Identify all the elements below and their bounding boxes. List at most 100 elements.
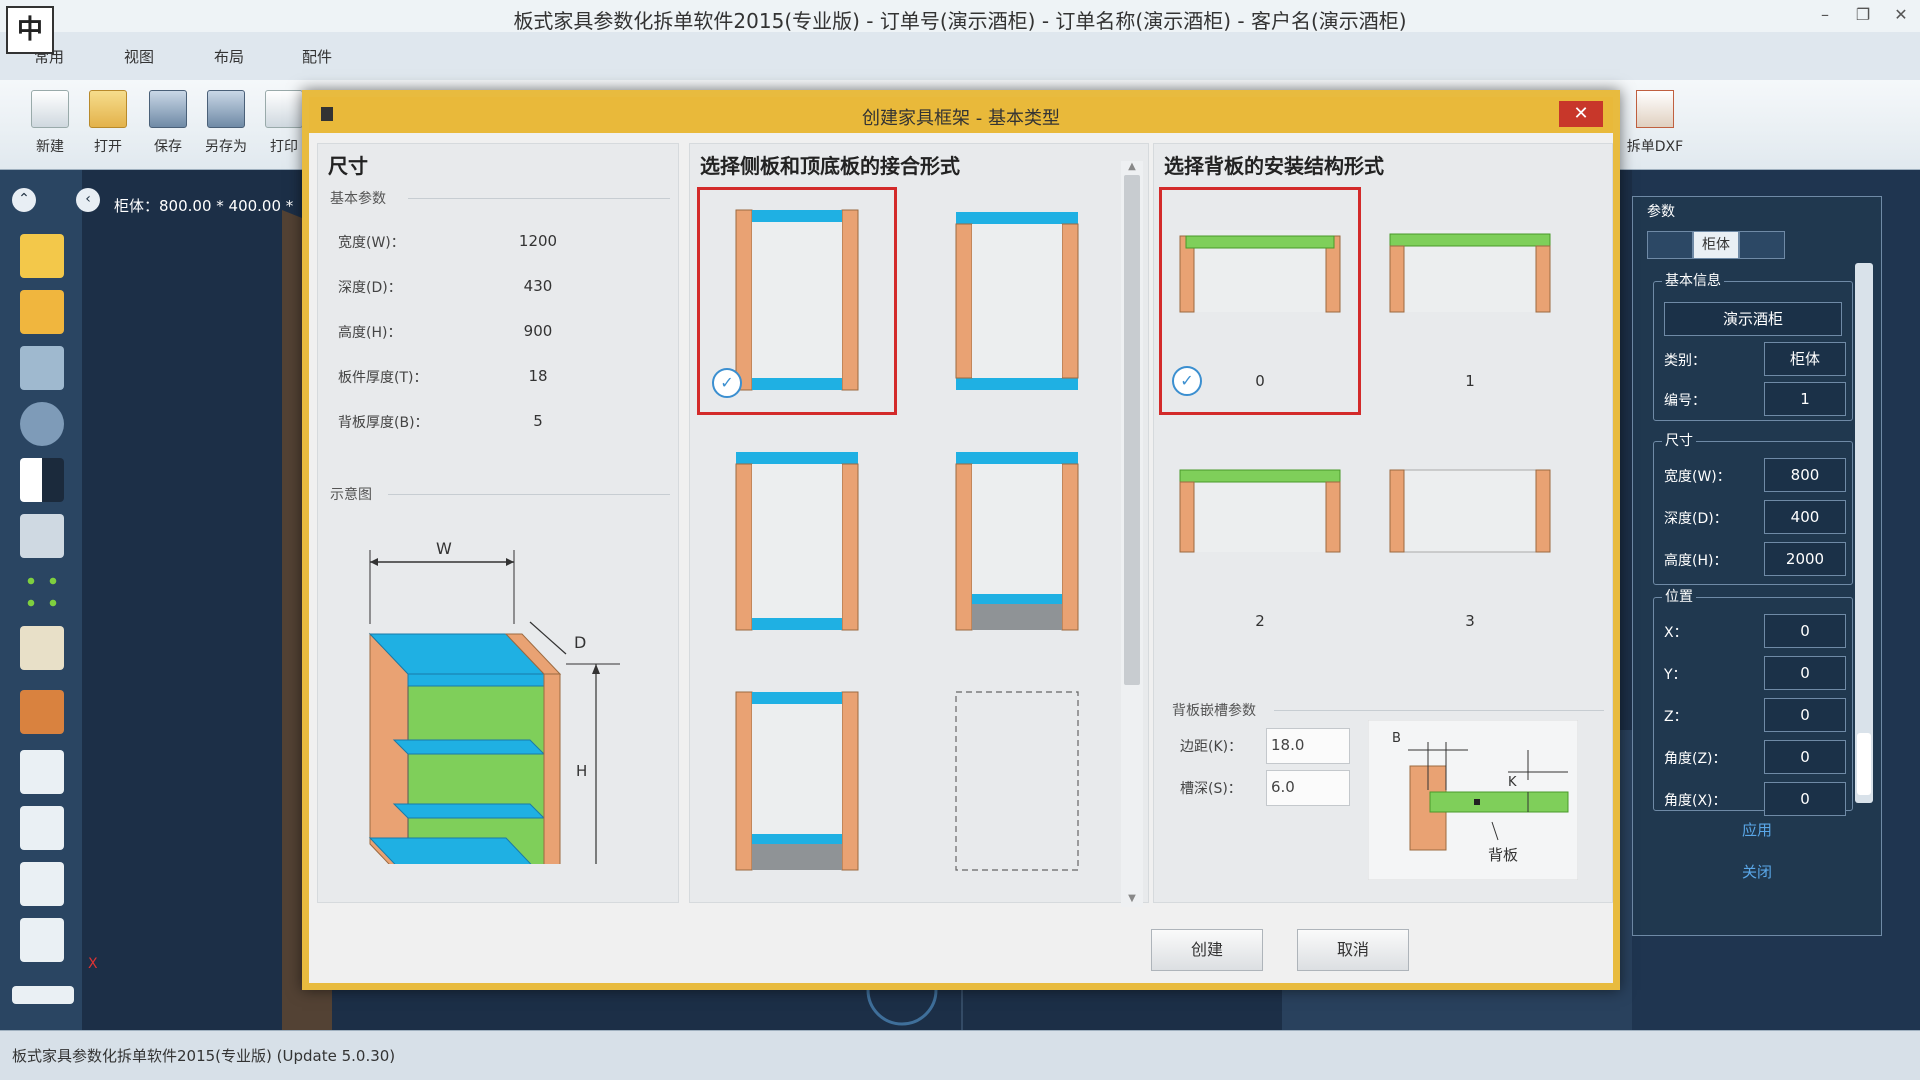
width-label: 宽度(W)： — [1664, 469, 1731, 485]
back-option-2-label: 2 — [1255, 612, 1265, 630]
dxf-icon — [1636, 90, 1674, 128]
collapse-icon[interactable]: ⌃ — [12, 188, 36, 212]
joint-4-diagram — [735, 691, 859, 871]
category-field[interactable]: 柜体 — [1764, 342, 1846, 376]
cabinet-icon[interactable] — [20, 514, 64, 558]
joint-2-diagram — [735, 452, 859, 631]
close-window-button[interactable]: ✕ — [1882, 0, 1920, 32]
width-param-value[interactable]: 1200 — [508, 232, 568, 250]
joint-option-4[interactable] — [700, 670, 894, 892]
axis-label: X — [88, 956, 98, 972]
cancel-button[interactable]: 取消 — [1297, 929, 1409, 971]
height-param-value[interactable]: 900 — [508, 322, 568, 340]
tab-layout[interactable]: 布局 — [214, 46, 244, 67]
restore-button[interactable]: ❐ — [1844, 0, 1882, 32]
width-row: 宽度(W)： 800 — [1664, 458, 1846, 492]
back-option-3[interactable]: 3 — [1372, 430, 1568, 652]
diagram-k-label: K — [1508, 775, 1517, 790]
angle-z-field[interactable]: 0 — [1764, 740, 1846, 774]
scroll-down-icon[interactable]: ▼ — [1121, 893, 1143, 904]
puzzle-icon[interactable] — [20, 234, 64, 278]
depth-param-row: 深度(D)： 430 — [338, 273, 588, 299]
angle-x-label: 角度(X)： — [1664, 793, 1727, 809]
joint-option-3[interactable] — [920, 430, 1114, 652]
panel-scrollbar[interactable] — [1855, 263, 1873, 803]
panel-tab-cabinet[interactable]: 柜体 — [1693, 231, 1739, 259]
save-button[interactable]: 保存 — [140, 90, 196, 156]
height-field[interactable]: 2000 — [1764, 542, 1846, 576]
back-thickness-param-value[interactable]: 5 — [508, 412, 568, 430]
panel-scroll-thumb[interactable] — [1857, 733, 1871, 795]
apply-link[interactable]: 应用 — [1633, 819, 1881, 840]
groove-params-label: 背板嵌槽参数 — [1172, 703, 1256, 719]
cabinet-name-field[interactable]: 演示酒柜 — [1664, 302, 1842, 336]
z-field[interactable]: 0 — [1764, 698, 1846, 732]
close-link[interactable]: 关闭 — [1633, 861, 1881, 882]
dialog-title-bar[interactable]: 创建家具框架 - 基本类型 ✕ — [309, 97, 1613, 133]
puzzle-remove-icon[interactable] — [20, 290, 64, 334]
grid-dots-icon[interactable] — [20, 570, 64, 614]
status-bar: 板式家具参数化拆单软件2015(专业版) (Update 5.0.30) — [0, 1030, 1920, 1080]
thickness-param-row: 板件厚度(T)： 18 — [338, 363, 588, 389]
checker-icon[interactable] — [20, 458, 64, 502]
depth-field[interactable]: 400 — [1764, 500, 1846, 534]
minimize-button[interactable]: – — [1806, 0, 1844, 32]
size-label: 尺寸 — [1662, 430, 1696, 450]
joint-option-1[interactable] — [920, 190, 1114, 412]
dim-d-label: D — [574, 633, 586, 652]
scroll-up-icon[interactable]: ▲ — [1121, 161, 1143, 172]
dialog-title: 创建家具框架 - 基本类型 — [862, 108, 1060, 129]
save-as-button[interactable]: 另存为 — [198, 90, 254, 156]
groove-depth-input[interactable]: 6.0 — [1266, 770, 1350, 806]
ribbon-tabs: 常用 视图 布局 配件 — [0, 32, 1920, 80]
glasses-icon[interactable] — [20, 626, 64, 670]
expand-toolbar-icon[interactable] — [12, 986, 74, 1004]
back-option-0[interactable]: ✓ 0 — [1159, 187, 1361, 415]
refresh-icon[interactable] — [20, 346, 64, 390]
panel-tab-3[interactable] — [1739, 231, 1785, 259]
back-option-2[interactable]: 2 — [1162, 430, 1358, 652]
joint-option-5[interactable] — [920, 670, 1114, 892]
save-label: 保存 — [154, 139, 182, 155]
back-option-1[interactable]: 1 — [1372, 190, 1568, 412]
report-icon[interactable] — [20, 806, 64, 850]
groove-depth-label: 槽深(S)： — [1180, 781, 1242, 797]
panel-tab-1[interactable] — [1647, 231, 1693, 259]
create-frame-dialog: 创建家具框架 - 基本类型 ✕ 尺寸 基本参数 宽度(W)： 1200 深度(D… — [302, 90, 1620, 990]
app-logo[interactable]: 中 — [6, 6, 54, 54]
create-button[interactable]: 创建 — [1151, 929, 1263, 971]
tab-parts[interactable]: 配件 — [302, 46, 332, 67]
back-thickness-param-label: 背板厚度(B)： — [338, 415, 429, 431]
number-field[interactable]: 1 — [1764, 382, 1846, 416]
open-button[interactable]: 打开 — [80, 90, 136, 156]
sphere-icon[interactable] — [20, 402, 64, 446]
drawing-icon[interactable] — [20, 862, 64, 906]
panel-icon[interactable] — [20, 750, 64, 794]
joint-3-diagram — [955, 452, 1079, 631]
joint-scroll-thumb[interactable] — [1124, 175, 1140, 685]
print-label: 打印 — [270, 139, 298, 155]
material-icon[interactable] — [20, 690, 64, 734]
width-field[interactable]: 800 — [1764, 458, 1846, 492]
margin-input[interactable]: 18.0 — [1266, 728, 1350, 764]
export-dxf-button[interactable]: 拆单DXF — [1620, 90, 1690, 156]
thickness-param-value[interactable]: 18 — [508, 367, 568, 385]
joint-option-2[interactable] — [700, 430, 894, 652]
y-label: Y： — [1664, 667, 1687, 683]
back-arrow-icon[interactable]: ‹ — [76, 188, 100, 212]
joint-scrollbar[interactable]: ▲ ▼ — [1121, 161, 1143, 907]
angle-x-field[interactable]: 0 — [1764, 782, 1846, 816]
open-label: 打开 — [94, 139, 122, 155]
depth-param-value[interactable]: 430 — [508, 277, 568, 295]
y-field[interactable]: 0 — [1764, 656, 1846, 690]
margin-label: 边距(K)： — [1180, 739, 1243, 755]
tab-view[interactable]: 视图 — [124, 46, 154, 67]
new-button[interactable]: 新建 — [22, 90, 78, 156]
diagram-b-label: B — [1392, 731, 1401, 746]
x-field[interactable]: 0 — [1764, 614, 1846, 648]
joint-option-0[interactable]: ✓ — [697, 187, 897, 415]
position-group: 位置 X： 0 Y： 0 Z： 0 角度(Z)： 0 角度(X)： 0 — [1653, 586, 1853, 816]
layers-icon[interactable] — [20, 918, 64, 962]
height-row: 高度(H)： 2000 — [1664, 542, 1846, 576]
dialog-close-button[interactable]: ✕ — [1559, 101, 1603, 127]
